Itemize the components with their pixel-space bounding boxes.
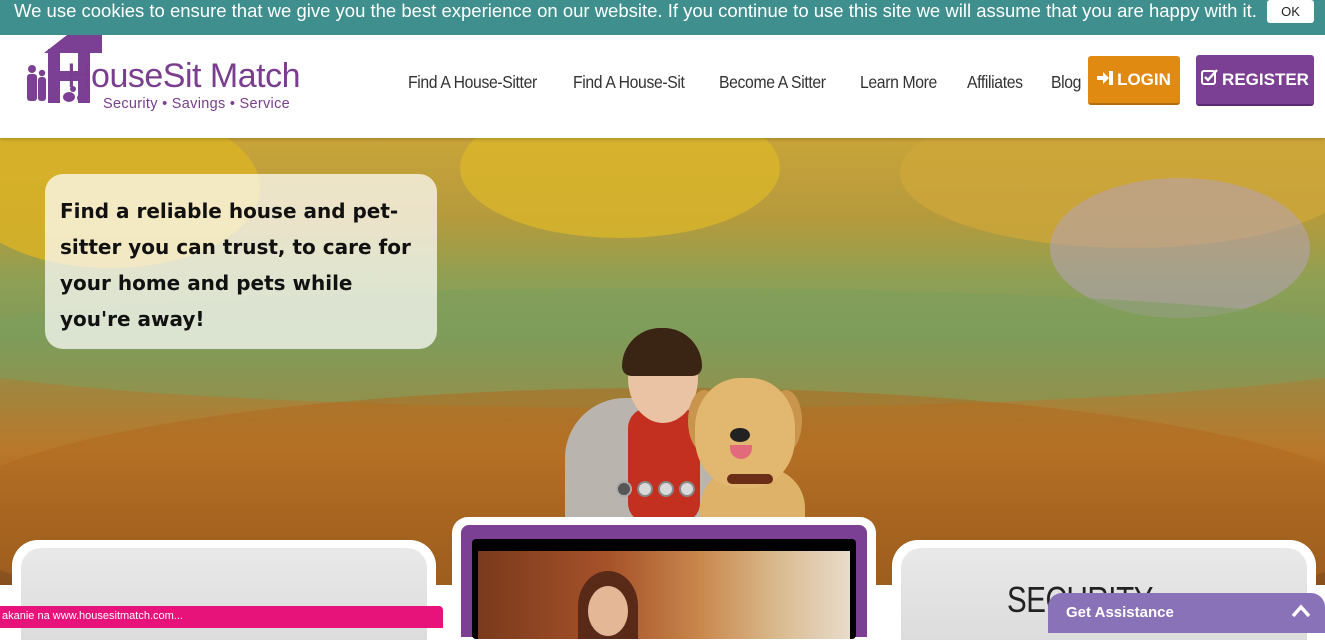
status-text: akanie na www.housesitmatch.com... bbox=[2, 610, 183, 622]
video-player[interactable] bbox=[472, 539, 856, 639]
hero-foliage bbox=[1050, 178, 1310, 318]
site-header: HouseSit Match Security • Savings • Serv… bbox=[0, 35, 1325, 138]
hero-caption-box: Find a reliable house and pet-sitter you… bbox=[45, 174, 437, 349]
hero-dog bbox=[727, 474, 773, 484]
nav-find-house-sitter[interactable]: Find A House-Sitter bbox=[408, 72, 537, 93]
check-square-icon bbox=[1201, 55, 1218, 104]
nav-become-sitter[interactable]: Become A Sitter bbox=[719, 72, 826, 93]
hero-foliage bbox=[460, 138, 780, 238]
nav-learn-more[interactable]: Learn More bbox=[860, 72, 937, 93]
slider-dot-3[interactable] bbox=[658, 481, 674, 497]
nav-blog[interactable]: Blog bbox=[1051, 72, 1081, 93]
hero-caption: Find a reliable house and pet-sitter you… bbox=[60, 199, 411, 331]
video-person bbox=[588, 586, 628, 636]
cookie-banner: We use cookies to ensure that we give yo… bbox=[0, 0, 1325, 35]
chevron-up-icon[interactable] bbox=[1291, 600, 1311, 624]
logo-wordmark: HouseSit Match bbox=[67, 57, 301, 95]
video-card-frame bbox=[461, 525, 867, 639]
main-nav: Find A House-Sitter Find A House-Sit Bec… bbox=[408, 72, 1106, 93]
nav-affiliates[interactable]: Affiliates bbox=[967, 72, 1023, 93]
slider-dot-4[interactable] bbox=[679, 481, 695, 497]
get-assistance-widget[interactable]: Get Assistance bbox=[1048, 593, 1325, 633]
slider-dots bbox=[616, 481, 695, 497]
login-label: LOGIN bbox=[1117, 70, 1171, 89]
logo-tagline: Security • Savings • Service bbox=[103, 96, 290, 112]
register-button[interactable]: REGISTER bbox=[1196, 55, 1314, 106]
video-card bbox=[452, 517, 876, 639]
sign-in-icon bbox=[1097, 56, 1114, 103]
logo[interactable]: HouseSit Match Security • Savings • Serv… bbox=[22, 35, 322, 117]
browser-status-bar: akanie na www.housesitmatch.com... bbox=[0, 606, 443, 628]
get-assistance-label: Get Assistance bbox=[1066, 604, 1174, 621]
register-label: REGISTER bbox=[1222, 70, 1309, 89]
hero-dog bbox=[730, 428, 750, 442]
nav-find-house-sit[interactable]: Find A House-Sit bbox=[573, 72, 685, 93]
cookie-ok-button[interactable]: OK bbox=[1267, 0, 1314, 23]
login-button[interactable]: LOGIN bbox=[1088, 56, 1180, 105]
slider-dot-2[interactable] bbox=[637, 481, 653, 497]
cookie-message: We use cookies to ensure that we give yo… bbox=[14, 0, 1257, 21]
slider-dot-1[interactable] bbox=[616, 481, 632, 497]
video-thumbnail bbox=[478, 551, 850, 639]
